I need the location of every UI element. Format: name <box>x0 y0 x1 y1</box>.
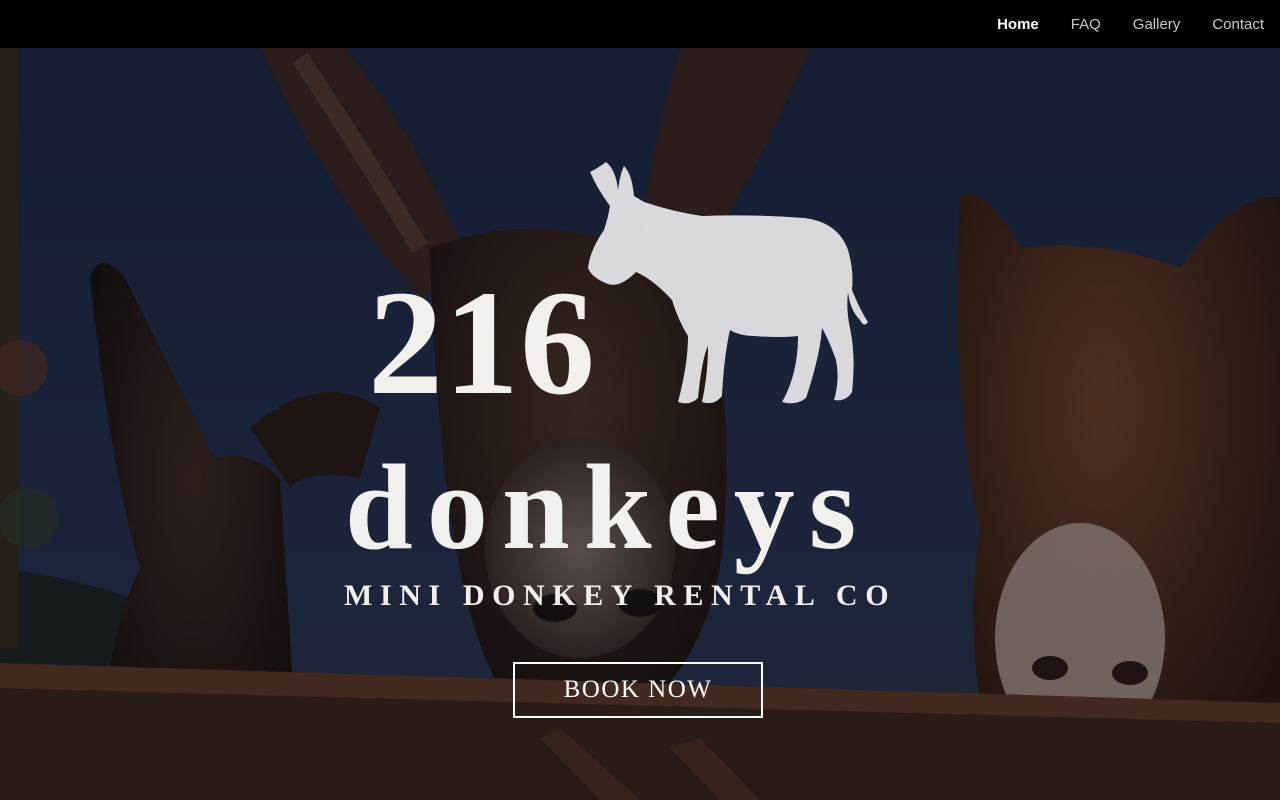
tagline: MINI DONKEY RENTAL CO <box>344 579 897 612</box>
donkey-silhouette-icon <box>588 162 868 404</box>
top-navbar: Home FAQ Gallery Contact <box>0 0 1280 48</box>
nav-link-faq[interactable]: FAQ <box>1071 16 1101 33</box>
logo-number: 216 <box>368 260 596 426</box>
logo-wordmark: donkeys <box>345 440 871 575</box>
book-now-button[interactable]: BOOK NOW <box>513 662 763 718</box>
nav-link-gallery[interactable]: Gallery <box>1133 16 1181 33</box>
nav-link-contact[interactable]: Contact <box>1212 16 1264 33</box>
nav-link-home[interactable]: Home <box>997 16 1039 33</box>
hero-section: 216 donkeys MINI DONKEY RENTAL CO BOOK N… <box>0 48 1280 800</box>
main-nav: Home FAQ Gallery Contact <box>997 0 1264 48</box>
